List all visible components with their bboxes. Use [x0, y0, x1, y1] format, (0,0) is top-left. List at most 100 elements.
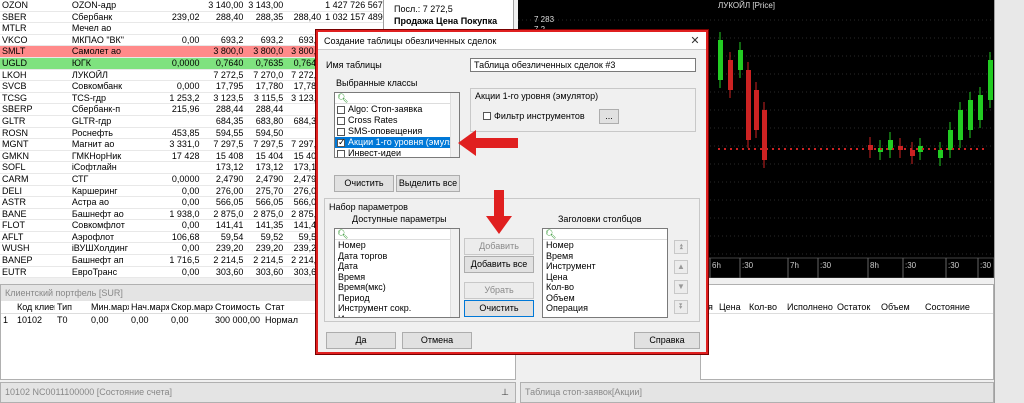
- class-label: Акции 1-го уровня (эмулят: [348, 137, 459, 147]
- class-checkbox[interactable]: [337, 149, 345, 157]
- move-bottom-icon[interactable]: ⏬︎: [674, 300, 688, 314]
- column-header[interactable]: Скор.маржа: [169, 301, 213, 313]
- table-cell: 0,0000: [171, 173, 200, 184]
- column-header[interactable]: Мин.маржа: [89, 301, 129, 313]
- list-item[interactable]: Период: [335, 293, 459, 304]
- list-item[interactable]: Номер: [543, 240, 667, 251]
- table-cell: GLTR-гдр: [71, 115, 112, 126]
- cancel-button[interactable]: Отмена: [402, 332, 472, 349]
- move-top-icon[interactable]: ⏫︎: [674, 240, 688, 254]
- table-cell: 0,00: [181, 185, 200, 196]
- table-cell: SBERP: [2, 104, 33, 115]
- table-cell: AFLT: [2, 231, 24, 242]
- help-button[interactable]: Справка: [634, 332, 700, 349]
- list-item[interactable]: Операция: [543, 303, 667, 314]
- table-cell: 288,40: [215, 11, 244, 22]
- table-cell: 1 253,2: [169, 92, 200, 103]
- table-name-input[interactable]: Таблица обезличенных сделок #3: [470, 58, 696, 72]
- candle: [968, 100, 973, 130]
- list-item[interactable]: Инструмент: [335, 314, 459, 318]
- table-cell: 594,55: [215, 127, 244, 138]
- table-cell: SMLT: [2, 46, 26, 57]
- class-label: Инвест-идеи: [348, 148, 402, 158]
- table-cell: [285, 0, 323, 11]
- column-header[interactable]: Кол-во: [747, 301, 785, 313]
- price-dot: [754, 148, 756, 150]
- add-all-button[interactable]: Добавить все: [464, 256, 534, 273]
- columns-clear-button[interactable]: Очистить: [464, 300, 534, 317]
- table-cell: 1 716,5: [169, 255, 200, 266]
- list-item[interactable]: Дата: [335, 261, 459, 272]
- table-cell: 7 297,5: [213, 139, 244, 150]
- select-all-button[interactable]: Выделить все: [396, 175, 460, 192]
- search-icon[interactable]: 🔍︎: [335, 93, 459, 104]
- table-cell: 0,00: [131, 315, 149, 325]
- filter-checkbox-row[interactable]: Фильтр инструментов: [483, 111, 585, 121]
- column-header[interactable]: [1, 301, 15, 313]
- time-label: :30: [742, 261, 754, 270]
- price-dot: [724, 148, 726, 150]
- table-cell: SOFL: [2, 162, 26, 173]
- class-item[interactable]: Акции 1-го уровня (эмулят: [335, 137, 459, 148]
- list-item[interactable]: Цена: [543, 272, 667, 283]
- column-header[interactable]: Цена: [717, 301, 747, 313]
- classes-clear-button[interactable]: Очистить: [334, 175, 394, 192]
- column-header[interactable]: Объем: [879, 301, 923, 313]
- list-item[interactable]: Объем: [543, 293, 667, 304]
- class-item[interactable]: SMS-оповещения: [335, 126, 459, 137]
- available-scrollbar[interactable]: [450, 229, 459, 317]
- candle: [718, 40, 723, 80]
- class-item[interactable]: Инвест-идеи: [335, 148, 459, 158]
- table-cell: 141,41: [215, 220, 244, 231]
- column-header[interactable]: Исполнено: [785, 301, 835, 313]
- move-down-icon[interactable]: ▼: [674, 280, 688, 294]
- list-item[interactable]: Инструмент: [543, 261, 667, 272]
- orders-header: ияЦенаКол-воИсполненоОстатокОбъемСостоян…: [701, 301, 993, 314]
- table-cell: 173,12: [215, 162, 244, 173]
- time-label: :30: [948, 261, 960, 270]
- stop-orders-panel: Таблица стоп-заявок[Акции]: [520, 382, 994, 403]
- column-header[interactable]: Код клиента: [15, 301, 55, 313]
- close-icon[interactable]: ✕: [689, 35, 701, 47]
- column-header[interactable]: Нач.маржа: [129, 301, 169, 313]
- price-dot: [760, 148, 762, 150]
- class-checkbox[interactable]: [337, 127, 345, 136]
- list-item[interactable]: Номер: [335, 240, 459, 251]
- column-headers-list[interactable]: 🔍︎ Номер Время Инструмент Цена Кол-во Объем Оп…: [542, 228, 668, 318]
- price-dot: [898, 148, 900, 150]
- search-icon[interactable]: 🔍︎: [543, 229, 667, 240]
- price-dot: [814, 148, 816, 150]
- remove-button[interactable]: Убрать: [464, 282, 534, 299]
- available-params-list[interactable]: 🔍︎ Номер Дата торгов Дата Время Время(мкс) Пе…: [334, 228, 460, 318]
- table-row[interactable]: OZON OZON-адр 3 140,00 3 143,00 1 427 726 56…: [0, 0, 383, 12]
- class-checkbox[interactable]: [337, 137, 346, 148]
- column-header[interactable]: Стоимость п: [213, 301, 263, 313]
- column-header[interactable]: Остаток: [835, 301, 879, 313]
- class-item[interactable]: Algo: Стоп-заявка: [335, 104, 459, 115]
- pin-icon[interactable]: ⊥: [501, 383, 509, 402]
- list-item[interactable]: Время: [543, 251, 667, 262]
- column-header[interactable]: Стат: [263, 301, 303, 313]
- price-dot: [844, 148, 846, 150]
- column-header[interactable]: Тип: [55, 301, 89, 313]
- table-row[interactable]: SBER Сбербанк 239,02 288,40 288,35 288,40 1 03…: [0, 12, 383, 24]
- table-cell: Т0: [57, 315, 68, 325]
- price-dot: [730, 148, 732, 150]
- list-item[interactable]: Кол-во: [543, 282, 667, 293]
- ok-button[interactable]: Да: [326, 332, 396, 349]
- filter-settings-button[interactable]: ...: [599, 109, 619, 124]
- class-item[interactable]: Cross Rates: [335, 115, 459, 126]
- list-item[interactable]: Время(мкс): [335, 282, 459, 293]
- list-item[interactable]: Инструмент сокр.: [335, 303, 459, 314]
- list-item[interactable]: Дата торгов: [335, 251, 459, 262]
- list-item[interactable]: Время: [335, 272, 459, 283]
- add-button[interactable]: Добавить: [464, 238, 534, 255]
- column-header[interactable]: Состояние: [923, 301, 973, 313]
- search-icon[interactable]: 🔍︎: [335, 229, 459, 240]
- class-checkbox[interactable]: [337, 105, 345, 114]
- class-checkbox[interactable]: [337, 116, 345, 125]
- filter-checkbox[interactable]: [483, 112, 491, 120]
- classes-list[interactable]: 🔍︎ Algo: Стоп-заявка Cross Rates SMS-опове…: [334, 92, 460, 158]
- move-up-icon[interactable]: ▲: [674, 260, 688, 274]
- price-dot: [820, 148, 822, 150]
